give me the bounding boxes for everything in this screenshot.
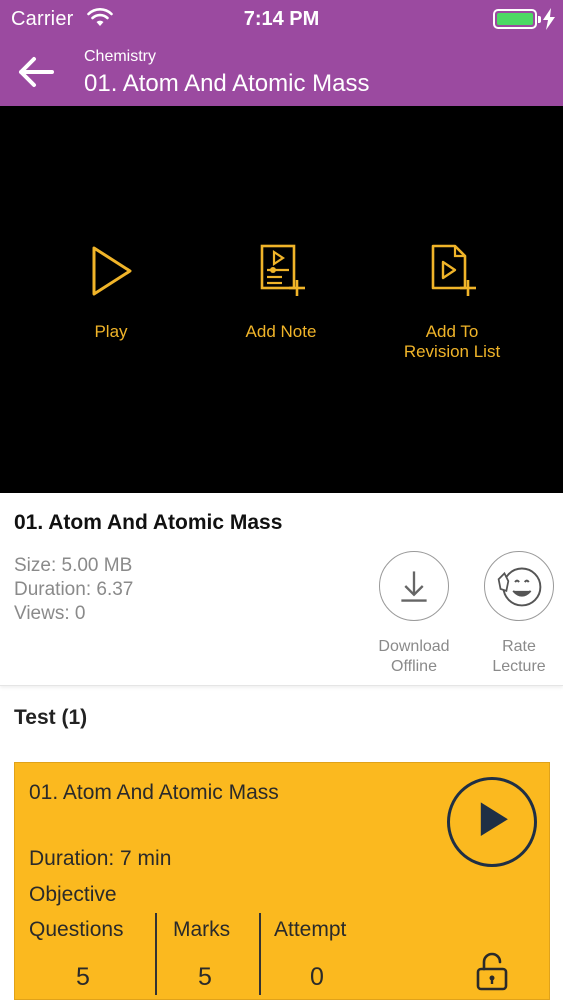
lecture-size: Size: 5.00 MB [14,555,133,576]
test-duration: Duration: 7 min [29,847,172,870]
lecture-duration: Duration: 6.37 [14,579,134,600]
download-offline-label: Download Offline [378,638,450,675]
header-title: 01. Atom And Atomic Mass [84,70,370,97]
add-to-revision-button[interactable]: Add To Revision List [367,242,537,362]
rate-lecture-button[interactable] [484,551,554,621]
app-header: Chemistry 01. Atom And Atomic Mass [0,38,563,106]
unlock-icon [476,952,508,991]
video-player-area: Play Add Note Add To Revision List [0,106,563,493]
attempt-label: Attempt [274,918,347,941]
play-button[interactable]: Play [26,242,196,342]
test-title: 01. Atom And Atomic Mass [29,781,279,804]
lecture-info-panel: 01. Atom And Atomic Mass Size: 5.00 MB D… [0,493,563,686]
questions-value: 5 [76,963,90,991]
play-icon [92,246,132,296]
charging-bolt-icon [543,8,555,30]
add-revision-icon [431,244,476,296]
column-divider [259,913,261,995]
test-section-heading: Test (1) [14,706,88,729]
add-note-button[interactable]: Add Note [196,242,366,342]
status-bar: Carrier 7:14 PM [0,0,563,38]
battery-icon [493,9,541,29]
add-note-label: Add Note [245,322,317,341]
questions-label: Questions [29,918,124,941]
smiley-rate-icon [497,567,542,607]
test-card[interactable]: 01. Atom And Atomic Mass Duration: 7 min… [14,762,550,1000]
column-divider [155,913,157,995]
attempt-value: 0 [310,963,324,991]
lecture-title: 01. Atom And Atomic Mass [14,511,283,534]
lecture-views: Views: 0 [14,603,86,624]
status-time: 7:14 PM [243,8,320,30]
add-note-icon [260,244,305,296]
test-type: Objective [29,883,117,906]
start-test-button[interactable] [447,777,537,867]
back-arrow-icon[interactable] [14,50,58,94]
download-icon [401,571,427,602]
header-subject: Chemistry [84,48,157,65]
marks-value: 5 [198,963,212,991]
play-icon [480,802,508,836]
add-to-revision-label: Add To Revision List [403,322,501,361]
play-label: Play [94,322,128,341]
rate-lecture-label: Rate Lecture [492,638,546,675]
download-offline-button[interactable] [379,551,449,621]
marks-label: Marks [173,918,231,941]
